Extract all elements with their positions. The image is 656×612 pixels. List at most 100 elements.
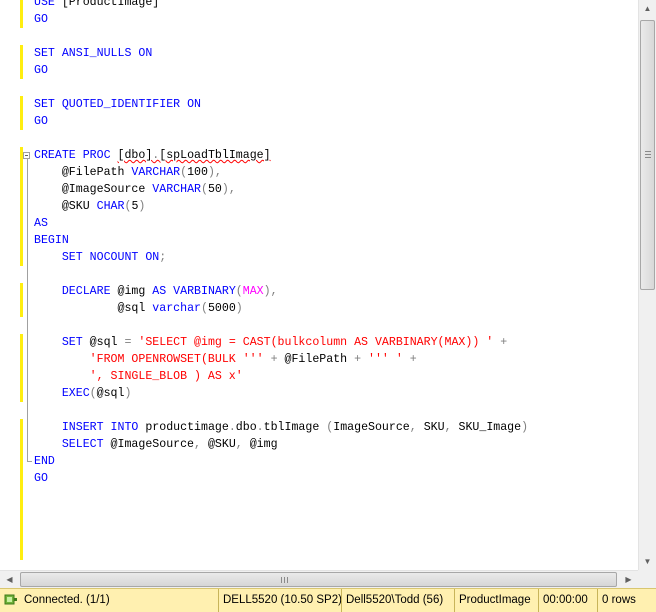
- code-line[interactable]: SET @sql = 'SELECT @img = CAST(bulkcolum…: [34, 334, 507, 351]
- code-line[interactable]: EXEC(@sql): [34, 385, 132, 402]
- code-line[interactable]: END: [34, 453, 55, 470]
- changed-line-marker: [20, 419, 23, 487]
- code-line[interactable]: @ImageSource VARCHAR(50),: [34, 181, 236, 198]
- code-token: .: [228, 421, 236, 434]
- code-line[interactable]: AS: [34, 215, 48, 232]
- changed-line-marker: [20, 334, 23, 402]
- code-token: varchar: [152, 302, 201, 315]
- code-token: PROC: [82, 149, 118, 162]
- arrow-up-icon: ▲: [643, 4, 652, 13]
- outline-line: [27, 159, 28, 461]
- code-line[interactable]: @SKU CHAR(5): [34, 198, 146, 215]
- code-token: ): [235, 302, 243, 315]
- code-token: @img: [249, 438, 278, 451]
- connected-plug-icon: [4, 594, 17, 605]
- code-line[interactable]: GO: [34, 470, 48, 487]
- code-token: @FilePath: [34, 166, 132, 179]
- code-token: (: [200, 183, 208, 196]
- code-token: QUOTED_IDENTIFIER: [61, 98, 188, 111]
- code-line[interactable]: BEGIN: [34, 232, 69, 249]
- horizontal-scroll-thumb[interactable]: [20, 572, 617, 587]
- code-token: ,: [235, 438, 250, 451]
- collapse-outline-icon[interactable]: [23, 152, 30, 159]
- code-line[interactable]: INSERT INTO productimage.dbo.tblImage (I…: [34, 419, 528, 436]
- code-line[interactable]: @sql varchar(5000): [34, 300, 243, 317]
- code-token: AS: [34, 217, 48, 230]
- connection-status: Connected. (1/1): [24, 594, 110, 606]
- code-token: 'SELECT @img = CAST(bulkcolumn AS VARBIN…: [138, 336, 501, 349]
- code-token: ): [521, 421, 529, 434]
- query-editor[interactable]: USE [ProductImage] GO SET ANSI_NULLS ON GO S…: [0, 0, 638, 570]
- code-line[interactable]: GO: [34, 113, 48, 130]
- code-token: ImageSource: [333, 421, 410, 434]
- code-token: [spLoadTblImage]: [159, 149, 271, 162]
- code-line[interactable]: ', SINGLE_BLOB ) AS x': [34, 368, 243, 385]
- code-token: @SKU: [207, 438, 236, 451]
- code-line[interactable]: CREATE PROC [dbo].[spLoadTblImage]: [34, 147, 271, 164]
- database-name: ProductImage: [454, 589, 531, 612]
- elapsed-time: 00:00:00: [538, 589, 588, 612]
- code-token: END: [34, 455, 55, 468]
- scroll-left-button[interactable]: ◀: [1, 571, 18, 588]
- code-token: (: [89, 387, 97, 400]
- code-token: ON: [187, 98, 201, 111]
- scroll-up-button[interactable]: ▲: [639, 0, 656, 17]
- code-token: @SKU: [34, 200, 97, 213]
- code-line[interactable]: SELECT @ImageSource, @SKU, @img: [34, 436, 278, 453]
- code-line[interactable]: SET QUOTED_IDENTIFIER ON: [34, 96, 201, 113]
- arrow-left-icon: ◀: [6, 575, 13, 584]
- code-token: AS: [152, 285, 174, 298]
- code-line[interactable]: SET ANSI_NULLS ON: [34, 45, 152, 62]
- code-line[interactable]: 'FROM OPENROWSET(BULK ''' + @FilePath + …: [34, 351, 417, 368]
- code-token: +: [270, 353, 285, 366]
- changed-line-marker: [20, 487, 23, 560]
- scroll-down-button[interactable]: ▼: [639, 553, 656, 570]
- code-token: ON: [145, 251, 160, 264]
- code-token: .: [256, 421, 264, 434]
- code-token: VARBINARY: [173, 285, 236, 298]
- code-token: ),: [221, 183, 236, 196]
- arrow-right-icon: ▶: [625, 575, 632, 584]
- horizontal-scrollbar[interactable]: ◀ ▶: [0, 570, 638, 588]
- code-token: ''' ': [367, 353, 410, 366]
- code-token: ),: [207, 166, 222, 179]
- code-token: @FilePath: [284, 353, 355, 366]
- code-line[interactable]: GO: [34, 62, 48, 79]
- server-name: DELL5520 (10.50 SP2): [218, 589, 342, 612]
- code-line[interactable]: @FilePath VARCHAR(100),: [34, 164, 222, 181]
- code-token: SET: [34, 336, 90, 349]
- code-token: SET: [34, 47, 62, 60]
- code-token: GO: [34, 13, 48, 26]
- code-token: 'FROM OPENROWSET(BULK ''': [34, 353, 271, 366]
- code-token: NOCOUNT: [89, 251, 146, 264]
- login-user: Dell5520\Todd (56): [341, 589, 443, 612]
- changed-line-marker: [20, 283, 23, 317]
- code-token: tblImage: [263, 421, 327, 434]
- code-token: ', SINGLE_BLOB ) AS x': [34, 370, 243, 383]
- code-token: (: [200, 302, 208, 315]
- vertical-scroll-thumb[interactable]: [640, 20, 655, 290]
- changed-line-marker: [20, 45, 23, 79]
- code-token: @ImageSource: [110, 438, 195, 451]
- code-token: ): [138, 200, 146, 213]
- scroll-right-button[interactable]: ▶: [620, 571, 637, 588]
- code-token: CHAR: [96, 200, 125, 213]
- code-token: GO: [34, 64, 48, 77]
- code-line[interactable]: DECLARE @img AS VARBINARY(MAX),: [34, 283, 278, 300]
- code-token: (: [235, 285, 243, 298]
- code-token: BEGIN: [34, 234, 69, 247]
- code-line[interactable]: USE [ProductImage]: [34, 0, 159, 11]
- code-token: GO: [34, 115, 48, 128]
- arrow-down-icon: ▼: [643, 557, 652, 566]
- code-token: 100: [187, 166, 208, 179]
- code-token: productimage: [145, 421, 229, 434]
- changed-line-marker: [20, 0, 23, 28]
- vertical-scrollbar[interactable]: ▲ ▼: [638, 0, 656, 570]
- code-line[interactable]: GO: [34, 11, 48, 28]
- code-token: USE: [34, 0, 62, 9]
- code-line[interactable]: SET NOCOUNT ON;: [34, 249, 166, 266]
- code-token: VARCHAR: [131, 166, 181, 179]
- code-token: SELECT: [34, 438, 111, 451]
- code-token: INSERT: [34, 421, 111, 434]
- code-token: @img: [117, 285, 153, 298]
